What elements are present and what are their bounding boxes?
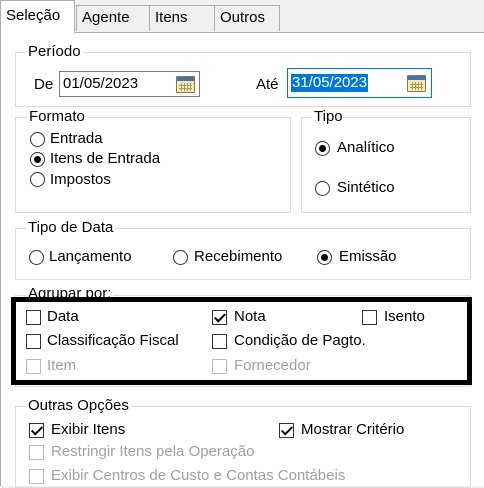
tab-itens[interactable]: Itens xyxy=(149,5,215,31)
date-from-value: 01/05/2023 xyxy=(63,75,139,92)
radio-recebimento[interactable] xyxy=(173,250,188,265)
radio-label[interactable]: Sintético xyxy=(337,179,395,197)
radio-itens-de-entrada[interactable] xyxy=(30,152,45,167)
date-to-value: 31/05/2023 xyxy=(291,74,369,92)
periodo-title: Período xyxy=(26,43,83,60)
tab-selecao[interactable]: Seleção xyxy=(0,0,75,33)
ate-label: Até xyxy=(256,76,279,93)
tab-label: Seleção xyxy=(6,7,61,24)
date-from-field[interactable]: 01/05/2023 xyxy=(59,71,200,97)
checkbox-exibir-centros xyxy=(29,469,44,484)
tab-label: Outros xyxy=(220,9,266,26)
radio-sintetico[interactable] xyxy=(315,181,330,196)
formato-title: Formato xyxy=(27,108,87,125)
radio-impostos[interactable] xyxy=(30,172,45,187)
tab-label: Agente xyxy=(82,9,130,26)
radio-label[interactable]: Impostos xyxy=(50,171,111,189)
checkbox-label[interactable]: Mostrar Critério xyxy=(301,421,404,439)
radio-label[interactable]: Entrada xyxy=(50,130,103,148)
radio-analitico[interactable] xyxy=(315,141,330,156)
tab-outros[interactable]: Outros xyxy=(214,5,280,31)
checkbox-label: Restringir Itens pela Operação xyxy=(51,443,255,460)
radio-label[interactable]: Recebimento xyxy=(194,248,282,266)
radio-lancamento[interactable] xyxy=(29,250,44,265)
highlight-box xyxy=(11,297,472,385)
date-to-field[interactable]: 31/05/2023 xyxy=(287,68,432,98)
tipo-title: Tipo xyxy=(312,108,345,125)
radio-entrada[interactable] xyxy=(30,132,45,147)
radio-label[interactable]: Lançamento xyxy=(49,248,132,266)
checkbox-label: Exibir Centros de Custo e Contas Contábe… xyxy=(51,467,346,484)
tipo-group xyxy=(301,117,471,213)
outras-title: Outras Opções xyxy=(26,397,131,414)
de-label: De xyxy=(34,76,54,93)
radio-label[interactable]: Itens de Entrada xyxy=(50,150,160,168)
calendar-icon[interactable] xyxy=(176,76,195,93)
radio-emissao[interactable] xyxy=(317,250,332,265)
tab-label: Itens xyxy=(155,9,188,26)
radio-label[interactable]: Analítico xyxy=(337,139,395,157)
tab-agente[interactable]: Agente xyxy=(76,5,150,31)
checkbox-restringir-itens xyxy=(29,445,44,460)
tab-strip: Seleção Agente Itens Outros xyxy=(0,0,484,34)
calendar-icon[interactable] xyxy=(407,75,426,92)
checkbox-mostrar-criterio[interactable] xyxy=(279,423,294,438)
tipo-data-title: Tipo de Data xyxy=(26,219,116,236)
radio-label[interactable]: Emissão xyxy=(339,248,397,266)
checkbox-label[interactable]: Exibir Itens xyxy=(51,421,125,439)
checkbox-exibir-itens[interactable] xyxy=(29,423,44,438)
